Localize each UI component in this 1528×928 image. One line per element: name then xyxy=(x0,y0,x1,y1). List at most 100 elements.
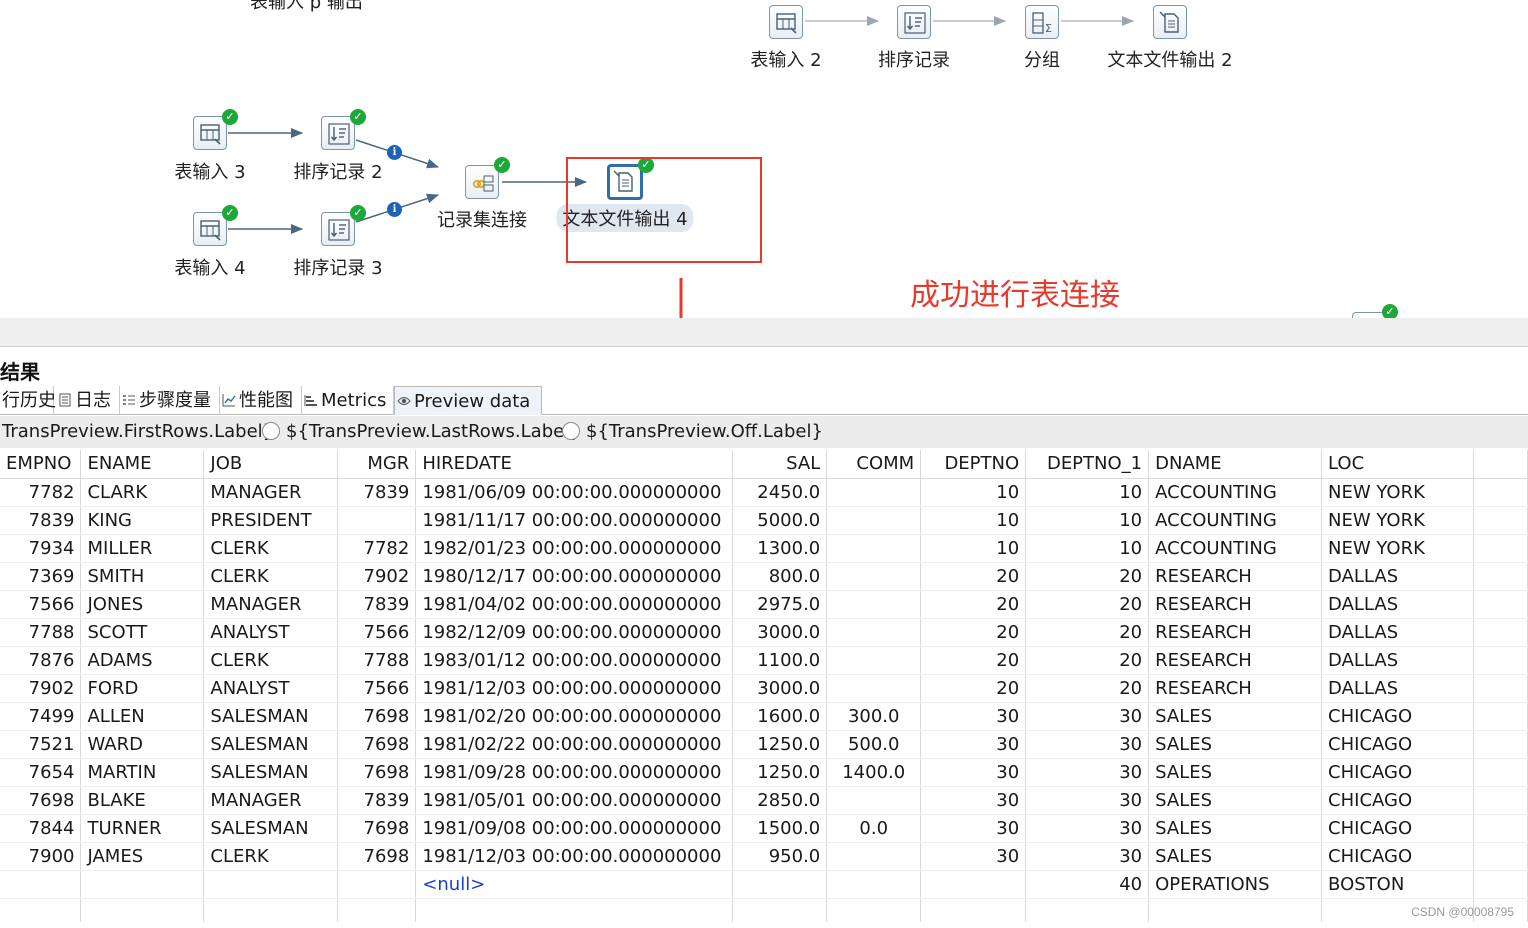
table-cell[interactable]: 1100.0 xyxy=(732,646,828,675)
table-cell[interactable] xyxy=(826,842,922,871)
option-off[interactable]: ${TransPreview.Off.Label} xyxy=(562,416,823,448)
tab-step-metrics[interactable]: 步骤度量 xyxy=(120,386,220,415)
table-row[interactable]: 7499 ALLEN SALESMAN 7698 1981/02/20 00:00:00… xyxy=(0,702,1528,731)
table-cell[interactable] xyxy=(826,618,922,647)
table-cell[interactable]: NEW YORK xyxy=(1321,534,1474,563)
table-row[interactable]: 7566 JONES MANAGER 7839 1981/04/02 00:00:00.… xyxy=(0,590,1528,619)
table-cell[interactable]: JONES xyxy=(80,590,205,619)
table-cell[interactable]: 7782 xyxy=(337,534,417,563)
table-cell[interactable]: 30 xyxy=(920,786,1027,815)
table-cell[interactable]: SALES xyxy=(1148,786,1323,815)
table-cell[interactable]: 1981/09/08 00:00:00.000000000 xyxy=(415,814,734,843)
column-header[interactable]: JOB xyxy=(203,450,339,479)
table-cell[interactable]: 2975.0 xyxy=(732,590,828,619)
table-cell[interactable]: 1600.0 xyxy=(732,702,828,731)
table-cell[interactable]: 7876 xyxy=(0,646,82,675)
table-cell[interactable]: 20 xyxy=(1025,590,1150,619)
table-cell[interactable]: 10 xyxy=(1025,534,1150,563)
table-cell[interactable]: WARD xyxy=(80,730,205,759)
group-by-step-icon[interactable]: Σ xyxy=(1025,5,1059,39)
table-cell[interactable]: 1981/06/09 00:00:00.000000000 xyxy=(415,478,734,507)
table-cell[interactable]: 30 xyxy=(920,702,1027,731)
column-header[interactable]: LOC xyxy=(1321,450,1474,479)
table-input-step-icon[interactable] xyxy=(193,116,227,150)
table-cell[interactable]: 20 xyxy=(920,674,1027,703)
table-cell[interactable]: 20 xyxy=(1025,618,1150,647)
tab-preview-data[interactable]: Preview data xyxy=(394,386,542,415)
table-cell[interactable]: 1250.0 xyxy=(732,758,828,787)
table-cell[interactable]: SALESMAN xyxy=(203,758,339,787)
table-row[interactable]: 7654 MARTIN SALESMAN 7698 1981/09/28 00:00:0… xyxy=(0,758,1528,787)
table-cell[interactable]: 7788 xyxy=(0,618,82,647)
table-cell[interactable]: 1250.0 xyxy=(732,730,828,759)
table-cell[interactable]: ACCOUNTING xyxy=(1148,506,1323,535)
table-cell[interactable]: OPERATIONS xyxy=(1148,870,1323,899)
table-cell[interactable]: 10 xyxy=(1025,478,1150,507)
table-cell[interactable]: 1981/12/03 00:00:00.000000000 xyxy=(415,842,734,871)
table-cell[interactable]: 7698 xyxy=(337,814,417,843)
table-row[interactable]: 7788 SCOTT ANALYST 7566 1982/12/09 00:00:00.… xyxy=(0,618,1528,647)
table-cell[interactable]: 1400.0 xyxy=(826,758,922,787)
column-header[interactable]: HIREDATE xyxy=(415,450,734,479)
table-cell[interactable]: 3000.0 xyxy=(732,674,828,703)
table-cell[interactable]: DALLAS xyxy=(1321,590,1474,619)
table-cell[interactable] xyxy=(826,478,922,507)
table-cell[interactable]: SALESMAN xyxy=(203,730,339,759)
table-cell[interactable]: SMITH xyxy=(80,562,205,591)
table-cell[interactable]: CHICAGO xyxy=(1321,702,1474,731)
table-cell[interactable]: 7839 xyxy=(337,786,417,815)
table-cell[interactable]: 7934 xyxy=(0,534,82,563)
table-cell[interactable]: SALES xyxy=(1148,730,1323,759)
table-cell[interactable] xyxy=(337,870,417,899)
tab-metrics[interactable]: Metrics xyxy=(302,386,394,415)
column-header[interactable]: DEPTNO xyxy=(920,450,1027,479)
table-cell[interactable]: 1981/12/03 00:00:00.000000000 xyxy=(415,674,734,703)
table-cell[interactable] xyxy=(337,506,417,535)
table-cell[interactable]: 30 xyxy=(920,842,1027,871)
tab-performance-chart[interactable]: 性能图 xyxy=(220,386,302,415)
table-cell[interactable]: 7566 xyxy=(0,590,82,619)
table-row[interactable]: 7369 SMITH CLERK 7902 1980/12/17 00:00:00.00… xyxy=(0,562,1528,591)
table-cell[interactable] xyxy=(826,786,922,815)
table-row[interactable]: 7839 KING PRESIDENT 1981/11/17 00:00:00.000… xyxy=(0,506,1528,535)
sort-rows-step-icon[interactable] xyxy=(321,116,355,150)
table-cell[interactable]: 7499 xyxy=(0,702,82,731)
table-cell[interactable]: 3000.0 xyxy=(732,618,828,647)
table-cell[interactable]: 30 xyxy=(920,758,1027,787)
table-cell[interactable]: 7521 xyxy=(0,730,82,759)
table-input-step-icon[interactable] xyxy=(193,212,227,246)
table-cell[interactable]: 7839 xyxy=(337,478,417,507)
table-cell[interactable] xyxy=(826,590,922,619)
column-header[interactable]: ENAME xyxy=(80,450,205,479)
table-cell[interactable]: 30 xyxy=(1025,758,1150,787)
table-cell[interactable]: PRESIDENT xyxy=(203,506,339,535)
preview-data-grid[interactable]: EMPNO ENAME JOB MGR HIREDATE SAL COMM DE… xyxy=(0,450,1528,922)
table-cell[interactable]: 7839 xyxy=(0,506,82,535)
table-cell[interactable]: 30 xyxy=(920,730,1027,759)
column-header[interactable]: SAL xyxy=(732,450,828,479)
radio-button[interactable] xyxy=(562,422,580,440)
table-cell[interactable]: 10 xyxy=(920,534,1027,563)
table-cell[interactable]: BOSTON xyxy=(1321,870,1474,899)
table-cell[interactable] xyxy=(80,898,205,922)
table-cell[interactable]: CHICAGO xyxy=(1321,814,1474,843)
table-cell[interactable]: 10 xyxy=(1025,506,1150,535)
table-cell[interactable] xyxy=(1148,898,1323,922)
table-cell[interactable] xyxy=(732,870,828,899)
table-cell[interactable]: 20 xyxy=(1025,674,1150,703)
table-cell[interactable]: KING xyxy=(80,506,205,535)
table-cell[interactable]: ADAMS xyxy=(80,646,205,675)
table-cell[interactable]: 7698 xyxy=(0,786,82,815)
table-cell[interactable]: SALES xyxy=(1148,814,1323,843)
table-cell[interactable]: 7902 xyxy=(337,562,417,591)
table-cell[interactable]: 1981/05/01 00:00:00.000000000 xyxy=(415,786,734,815)
table-cell[interactable]: RESEARCH xyxy=(1148,618,1323,647)
info-icon[interactable]: i xyxy=(387,145,402,160)
table-cell[interactable]: 0.0 xyxy=(826,814,922,843)
table-row[interactable]: 7782 CLARK MANAGER 7839 1981/06/09 00:00:00.… xyxy=(0,478,1528,507)
table-cell[interactable]: MANAGER xyxy=(203,590,339,619)
option-last-rows[interactable]: ${TransPreview.LastRows.Label} xyxy=(262,416,581,448)
table-cell[interactable]: 20 xyxy=(1025,562,1150,591)
table-cell[interactable]: 20 xyxy=(920,618,1027,647)
table-row[interactable]: 7698 BLAKE MANAGER 7839 1981/05/01 00:00:00.… xyxy=(0,786,1528,815)
